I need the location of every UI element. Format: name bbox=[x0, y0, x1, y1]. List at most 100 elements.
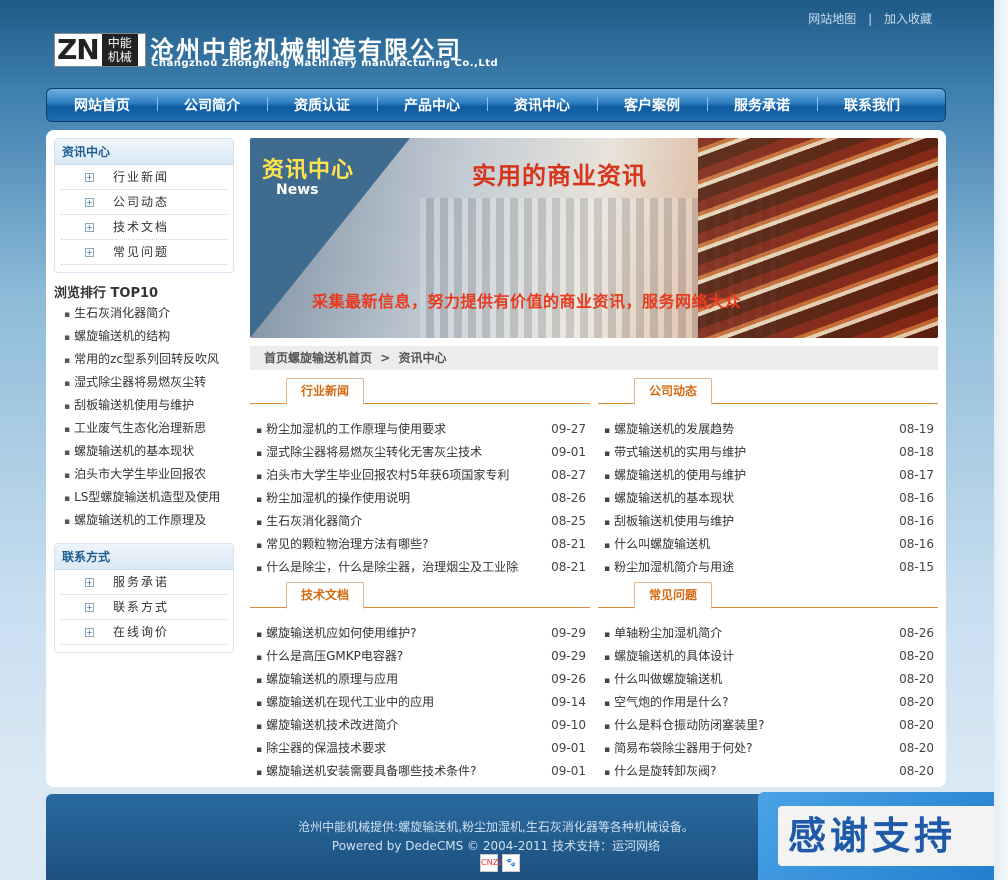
nav-item-news[interactable]: 资讯中心 bbox=[487, 95, 597, 115]
nav-item-about[interactable]: 公司简介 bbox=[157, 95, 267, 115]
news-title[interactable]: 什么叫做螺旋输送机 bbox=[604, 668, 722, 691]
news-title[interactable]: 粉尘加湿机的工作原理与使用要求 bbox=[256, 418, 446, 441]
news-title[interactable]: 螺旋输送机在现代工业中的应用 bbox=[256, 691, 434, 714]
news-row[interactable]: 粉尘加湿机简介与用途 08-15 bbox=[598, 556, 938, 579]
news-row[interactable]: 空气炮的作用是什么? 08-20 bbox=[598, 691, 938, 714]
news-row[interactable]: 什么叫螺旋输送机 08-16 bbox=[598, 533, 938, 556]
news-title[interactable]: 简易布袋除尘器用于何处? bbox=[604, 737, 752, 760]
news-title[interactable]: 什么是高压GMKP电容器? bbox=[256, 645, 403, 668]
news-row[interactable]: 粉尘加湿机的操作使用说明 08-26 bbox=[250, 487, 590, 510]
news-row[interactable]: 螺旋输送机的基本现状 08-16 bbox=[598, 487, 938, 510]
sidebar-item-inquiry[interactable]: + 在线询价 bbox=[61, 620, 227, 645]
news-row[interactable]: 什么是高压GMKP电容器? 09-29 bbox=[250, 645, 590, 668]
sidebar-item-company[interactable]: + 公司动态 bbox=[61, 190, 227, 215]
news-list: 螺旋输送机应如何使用维护? 09-29 什么是高压GMKP电容器? 09-29 螺旋… bbox=[250, 622, 590, 783]
news-row[interactable]: 螺旋输送机的发展趋势 08-19 bbox=[598, 418, 938, 441]
news-date: 08-26 bbox=[899, 626, 934, 640]
news-row[interactable]: 螺旋输送机技术改进简介 09-10 bbox=[250, 714, 590, 737]
news-title[interactable]: 什么是料仓振动防闭塞装里? bbox=[604, 714, 764, 737]
news-title[interactable]: 单轴粉尘加湿机简介 bbox=[604, 622, 722, 645]
breadcrumb-current[interactable]: 资讯中心 bbox=[398, 351, 446, 365]
news-row[interactable]: 什么是料仓振动防闭塞装里? 08-20 bbox=[598, 714, 938, 737]
tab-tech[interactable]: 技术文档 bbox=[286, 582, 365, 609]
news-date: 08-16 bbox=[899, 491, 934, 505]
news-row[interactable]: 螺旋输送机的使用与维护 08-17 bbox=[598, 464, 938, 487]
sidebar-contact-box: 联系方式 + 服务承诺 + 联系方式 + 在线询价 bbox=[54, 543, 234, 653]
nav-item-contact[interactable]: 联系我们 bbox=[817, 95, 927, 115]
news-title[interactable]: 除尘器的保温技术要求 bbox=[256, 737, 386, 760]
news-title[interactable]: 什么是旋转卸灰阀? bbox=[604, 760, 716, 783]
nav-item-service[interactable]: 服务承诺 bbox=[707, 95, 817, 115]
nav-item-cases[interactable]: 客户案例 bbox=[597, 95, 707, 115]
news-row[interactable]: 什么是除尘，什么是除尘器，治理烟尘及工业除 08-21 bbox=[250, 556, 590, 579]
news-row[interactable]: 生石灰消化器简介 08-25 bbox=[250, 510, 590, 533]
tab-industry[interactable]: 行业新闻 bbox=[286, 378, 365, 405]
news-row[interactable]: 常见的颗粒物治理方法有哪些? 08-21 bbox=[250, 533, 590, 556]
news-title[interactable]: 螺旋输送机的基本现状 bbox=[604, 487, 734, 510]
news-row[interactable]: 除尘器的保温技术要求 09-01 bbox=[250, 737, 590, 760]
news-date: 08-21 bbox=[551, 537, 586, 551]
news-title[interactable]: 螺旋输送机的具体设计 bbox=[604, 645, 734, 668]
sidebar-item-contact[interactable]: + 联系方式 bbox=[61, 595, 227, 620]
news-date: 09-10 bbox=[551, 718, 586, 732]
news-title[interactable]: 什么叫螺旋输送机 bbox=[604, 533, 710, 556]
tab-company[interactable]: 公司动态 bbox=[634, 378, 713, 405]
news-row[interactable]: 螺旋输送机应如何使用维护? 09-29 bbox=[250, 622, 590, 645]
news-title[interactable]: 粉尘加湿机的操作使用说明 bbox=[256, 487, 410, 510]
breadcrumb-home[interactable]: 首页螺旋输送机首页 bbox=[264, 351, 372, 365]
news-title[interactable]: 带式输送机的实用与维护 bbox=[604, 441, 746, 464]
baidu-paw-icon[interactable]: 🐾 bbox=[502, 854, 520, 872]
bookmark-link[interactable]: 加入收藏 bbox=[884, 12, 932, 26]
news-title[interactable]: 常见的颗粒物治理方法有哪些? bbox=[256, 533, 428, 556]
sidebar-item-tech[interactable]: + 技术文档 bbox=[61, 215, 227, 240]
rank-item[interactable]: 工业废气生态化治理新思 bbox=[64, 417, 234, 440]
cnzz-stats-icon[interactable]: CNZZ bbox=[480, 854, 504, 872]
news-title[interactable]: 螺旋输送机技术改进简介 bbox=[256, 714, 398, 737]
rank-item[interactable]: LS型螺旋输送机造型及使用 bbox=[64, 486, 234, 509]
nav-item-products[interactable]: 产品中心 bbox=[377, 95, 487, 115]
rank-item[interactable]: 常用的zc型系列回转反吹风 bbox=[64, 348, 234, 371]
news-date: 09-29 bbox=[551, 649, 586, 663]
rank-item[interactable]: 螺旋输送机的工作原理及 bbox=[64, 509, 234, 532]
news-row[interactable]: 什么叫做螺旋输送机 08-20 bbox=[598, 668, 938, 691]
rank-item[interactable]: 螺旋输送机的基本现状 bbox=[64, 440, 234, 463]
sidebar-item-service[interactable]: + 服务承诺 bbox=[61, 570, 227, 595]
tab-faq[interactable]: 常见问题 bbox=[634, 582, 713, 609]
logo[interactable]: ZN 中能机械 bbox=[54, 33, 146, 67]
rank-item[interactable]: 湿式除尘器将易燃灰尘转 bbox=[64, 371, 234, 394]
sidebar-item-faq[interactable]: + 常见问题 bbox=[61, 240, 227, 265]
floating-thanks-ad[interactable]: 感谢支持 bbox=[758, 792, 1008, 880]
news-title[interactable]: 空气炮的作用是什么? bbox=[604, 691, 728, 714]
rank-item[interactable]: 刮板输送机使用与维护 bbox=[64, 394, 234, 417]
rank-item[interactable]: 螺旋输送机的结构 bbox=[64, 325, 234, 348]
news-row[interactable]: 螺旋输送机安装需要具备哪些技术条件? 09-01 bbox=[250, 760, 590, 783]
nav-item-certification[interactable]: 资质认证 bbox=[267, 95, 377, 115]
news-title[interactable]: 泊头市大学生毕业回报农村5年获6项国家专利 bbox=[256, 464, 509, 487]
news-title[interactable]: 螺旋输送机的使用与维护 bbox=[604, 464, 746, 487]
news-title[interactable]: 螺旋输送机的发展趋势 bbox=[604, 418, 734, 441]
rank-item[interactable]: 生石灰消化器简介 bbox=[64, 302, 234, 325]
news-title[interactable]: 什么是除尘，什么是除尘器，治理烟尘及工业除 bbox=[256, 556, 518, 579]
sitemap-link[interactable]: 网站地图 bbox=[808, 12, 856, 26]
news-row[interactable]: 带式输送机的实用与维护 08-18 bbox=[598, 441, 938, 464]
news-title[interactable]: 生石灰消化器简介 bbox=[256, 510, 362, 533]
news-row[interactable]: 泊头市大学生毕业回报农村5年获6项国家专利 08-27 bbox=[250, 464, 590, 487]
news-row[interactable]: 简易布袋除尘器用于何处? 08-20 bbox=[598, 737, 938, 760]
news-row[interactable]: 单轴粉尘加湿机简介 08-26 bbox=[598, 622, 938, 645]
news-row[interactable]: 螺旋输送机的原理与应用 09-26 bbox=[250, 668, 590, 691]
nav-item-home[interactable]: 网站首页 bbox=[47, 95, 157, 115]
news-title[interactable]: 湿式除尘器将易燃灰尘转化无害灰尘技术 bbox=[256, 441, 482, 464]
news-title[interactable]: 螺旋输送机的原理与应用 bbox=[256, 668, 398, 691]
news-title[interactable]: 刮板输送机使用与维护 bbox=[604, 510, 734, 533]
news-row[interactable]: 什么是旋转卸灰阀? 08-20 bbox=[598, 760, 938, 783]
news-row[interactable]: 粉尘加湿机的工作原理与使用要求 09-27 bbox=[250, 418, 590, 441]
news-title[interactable]: 螺旋输送机安装需要具备哪些技术条件? bbox=[256, 760, 476, 783]
news-row[interactable]: 螺旋输送机在现代工业中的应用 09-14 bbox=[250, 691, 590, 714]
sidebar-item-industry[interactable]: + 行业新闻 bbox=[61, 165, 227, 190]
news-row[interactable]: 螺旋输送机的具体设计 08-20 bbox=[598, 645, 938, 668]
rank-item[interactable]: 泊头市大学生毕业回报农 bbox=[64, 463, 234, 486]
news-row[interactable]: 湿式除尘器将易燃灰尘转化无害灰尘技术 09-01 bbox=[250, 441, 590, 464]
news-title[interactable]: 粉尘加湿机简介与用途 bbox=[604, 556, 734, 579]
news-row[interactable]: 刮板输送机使用与维护 08-16 bbox=[598, 510, 938, 533]
news-title[interactable]: 螺旋输送机应如何使用维护? bbox=[256, 622, 416, 645]
